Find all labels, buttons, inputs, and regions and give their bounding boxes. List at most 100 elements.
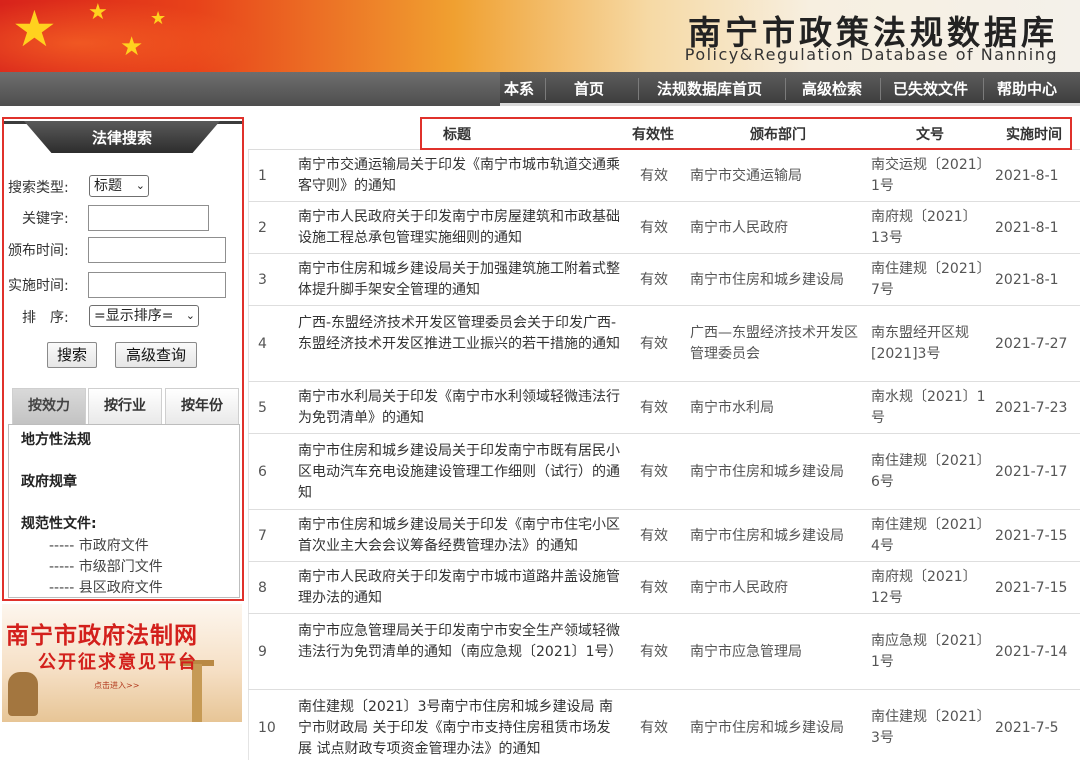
tab-by-industry[interactable]: 按行业 (88, 388, 162, 424)
row-validity: 有效 (640, 527, 668, 544)
row-date: 2021-7-17 (995, 463, 1068, 480)
row-title-link[interactable]: 南宁市水利局关于印发《南宁市水利领域轻微违法行为免罚清单》的通知 (298, 387, 620, 429)
search-type-label: 搜索类型: (8, 180, 69, 196)
sort-label: 排 序: (22, 310, 69, 326)
row-doc-number: 南交运规〔2021〕1号 (871, 157, 984, 194)
header-date: 实施时间 (1006, 127, 1062, 143)
star-icon: ★ (120, 32, 144, 62)
row-validity: 有效 (640, 335, 668, 352)
row-title-link[interactable]: 南住建规〔2021〕3号南宁市住房和城乡建设局 南宁市财政局 关于印发《南宁市支… (298, 697, 620, 760)
row-department: 南宁市住房和城乡建设局 (690, 463, 844, 480)
row-title-link[interactable]: 南宁市人民政府关于印发南宁市房屋建筑和市政基础设施工程总承包管理实施细则的通知 (298, 207, 620, 249)
filter-tabs: 按效力 按行业 按年份 (8, 384, 240, 424)
row-index: 9 (258, 643, 267, 660)
row-index: 6 (258, 463, 267, 480)
link-county-gov-docs[interactable]: ----- 县区政府文件 (49, 577, 163, 597)
row-doc-number: 南水规〔2021〕1号 (871, 389, 986, 426)
row-department: 南宁市住房和城乡建设局 (690, 719, 844, 736)
row-department: 南宁市人民政府 (690, 579, 788, 596)
row-title-link[interactable]: 广西-东盟经济技术开发区管理委员会关于印发广西-东盟经济技术开发区推进工业振兴的… (298, 313, 620, 355)
row-title-link[interactable]: 南宁市交通运输局关于印发《南宁市城市轨道交通乘客守则》的通知 (298, 155, 620, 197)
link-city-dept-docs[interactable]: ----- 市级部门文件 (49, 556, 163, 576)
row-date: 2021-7-27 (995, 335, 1068, 352)
table-row: 6 南宁市住房和城乡建设局关于印发南宁市既有居民小区电动汽车充电设施建设管理工作细… (248, 434, 1080, 510)
table-row: 10 南住建规〔2021〕3号南宁市住房和城乡建设局 南宁市财政局 关于印发《南宁… (248, 690, 1080, 760)
row-department: 南宁市交通运输局 (690, 167, 802, 184)
advanced-query-button[interactable]: 高级查询 (115, 342, 197, 368)
row-index: 1 (258, 167, 267, 184)
row-title-link[interactable]: 南宁市住房和城乡建设局关于加强建筑施工附着式整体提升脚手架安全管理的通知 (298, 259, 620, 301)
row-doc-number: 南府规〔2021〕13号 (871, 209, 977, 246)
site-subtitle: Policy&Regulation Database of Nanning (684, 45, 1058, 64)
search-type-select[interactable]: 标题 ⌄ (89, 175, 149, 197)
row-date: 2021-8-1 (995, 271, 1059, 288)
row-department: 南宁市住房和城乡建设局 (690, 271, 844, 288)
effective-date-label: 实施时间: (8, 278, 69, 294)
row-validity: 有效 (640, 271, 668, 288)
row-index: 3 (258, 271, 267, 288)
table-row: 1 南宁市交通运输局关于印发《南宁市城市轨道交通乘客守则》的通知 有效 南宁市交通运输… (248, 150, 1080, 202)
promo-banner[interactable]: 南宁市政府法制网 公开征求意见平台 点击进入>> (2, 604, 242, 722)
row-index: 7 (258, 527, 267, 544)
chevron-down-icon: ⌄ (135, 179, 145, 192)
header-doc-no: 文号 (916, 127, 944, 143)
table-row: 5 南宁市水利局关于印发《南宁市水利领域轻微违法行为免罚清单》的通知 有效 南宁市水利… (248, 382, 1080, 434)
search-panel: 法律搜索 搜索类型: 标题 ⌄ 关键字: 颁布时间: 实施时间: 排 序: =显… (2, 117, 244, 601)
row-title-link[interactable]: 南宁市应急管理局关于印发南宁市安全生产领域轻微违法行为免罚清单的通知（南应急规〔… (298, 621, 623, 663)
table-row: 2 南宁市人民政府关于印发南宁市房屋建筑和市政基础设施工程总承包管理实施细则的通知… (248, 202, 1080, 254)
category-list: 地方性法规 政府规章 规范性文件: ----- 市政府文件 ----- 市级部门… (8, 424, 240, 598)
row-validity: 有效 (640, 579, 668, 596)
chevron-down-icon: ⌄ (185, 309, 195, 322)
row-title-link[interactable]: 南宁市人民政府关于印发南宁市城市道路井盖设施管理办法的通知 (298, 567, 620, 609)
category-normative: 规范性文件: (21, 516, 97, 532)
promo-title: 南宁市政府法制网 (6, 623, 198, 649)
nav-item-advanced-search[interactable]: 高级检索 (802, 72, 862, 106)
nav-item-help[interactable]: 帮助中心 (997, 72, 1057, 106)
row-department: 南宁市应急管理局 (690, 643, 802, 660)
row-department: 南宁市水利局 (690, 399, 774, 416)
category-gov-rules[interactable]: 政府规章 (21, 471, 77, 491)
row-doc-number: 南应急规〔2021〕1号 (871, 633, 984, 670)
row-doc-number: 南住建规〔2021〕4号 (871, 517, 984, 554)
row-date: 2021-8-1 (995, 219, 1059, 236)
row-validity: 有效 (640, 643, 668, 660)
link-city-gov-docs[interactable]: ----- 市政府文件 (49, 535, 149, 555)
row-doc-number: 南住建规〔2021〕7号 (871, 261, 984, 298)
search-button[interactable]: 搜索 (47, 342, 97, 368)
row-date: 2021-7-23 (995, 399, 1068, 416)
row-doc-number: 南东盟经开区规[2021]3号 (871, 325, 969, 362)
table-row: 8 南宁市人民政府关于印发南宁市城市道路井盖设施管理办法的通知 有效 南宁市人民政府 南… (248, 562, 1080, 614)
row-doc-number: 南府规〔2021〕12号 (871, 569, 977, 606)
header-dept: 颁布部门 (750, 127, 806, 143)
nav-item-expired[interactable]: 已失效文件 (893, 72, 968, 106)
effective-date-input[interactable] (88, 272, 226, 298)
promo-subtitle: 公开征求意见平台 (38, 652, 198, 673)
row-date: 2021-8-1 (995, 167, 1059, 184)
tab-by-effect[interactable]: 按效力 (12, 388, 86, 424)
nav-item-home[interactable]: 首页 (574, 72, 604, 106)
star-icon: ★ (150, 8, 167, 29)
row-index: 2 (258, 219, 267, 236)
regulation-table: 标题 有效性 颁布部门 文号 实施时间 1 南宁市交通运输局关于印发《南宁市城市轨… (248, 117, 1080, 760)
table-row: 7 南宁市住房和城乡建设局关于印发《南宁市住宅小区首次业主大会会议筹备经费管理办法… (248, 510, 1080, 562)
nav-item-db-home[interactable]: 法规数据库首页 (657, 72, 762, 106)
star-icon: ★ (88, 0, 108, 25)
row-title-link[interactable]: 南宁市住房和城乡建设局关于印发南宁市既有居民小区电动汽车充电设施建设管理工作细则… (298, 441, 620, 504)
row-department: 广西—东盟经济技术开发区管理委员会 (690, 325, 858, 362)
lion-statue-icon (8, 672, 38, 716)
row-date: 2021-7-15 (995, 579, 1068, 596)
keyword-input[interactable] (88, 205, 209, 231)
row-doc-number: 南住建规〔2021〕6号 (871, 453, 984, 490)
row-index: 5 (258, 399, 267, 416)
row-date: 2021-7-5 (995, 719, 1059, 736)
row-index: 8 (258, 579, 267, 596)
promo-enter-link[interactable]: 点击进入>> (94, 680, 139, 691)
nav-item-partial[interactable]: 本系 (504, 72, 534, 106)
category-local-laws[interactable]: 地方性法规 (21, 429, 91, 449)
row-department: 南宁市人民政府 (690, 219, 788, 236)
row-validity: 有效 (640, 463, 668, 480)
row-title-link[interactable]: 南宁市住房和城乡建设局关于印发《南宁市住宅小区首次业主大会会议筹备经费管理办法》… (298, 515, 620, 557)
tab-by-year[interactable]: 按年份 (165, 388, 239, 424)
sort-select[interactable]: =显示排序= ⌄ (89, 305, 199, 327)
publish-date-input[interactable] (88, 237, 226, 263)
